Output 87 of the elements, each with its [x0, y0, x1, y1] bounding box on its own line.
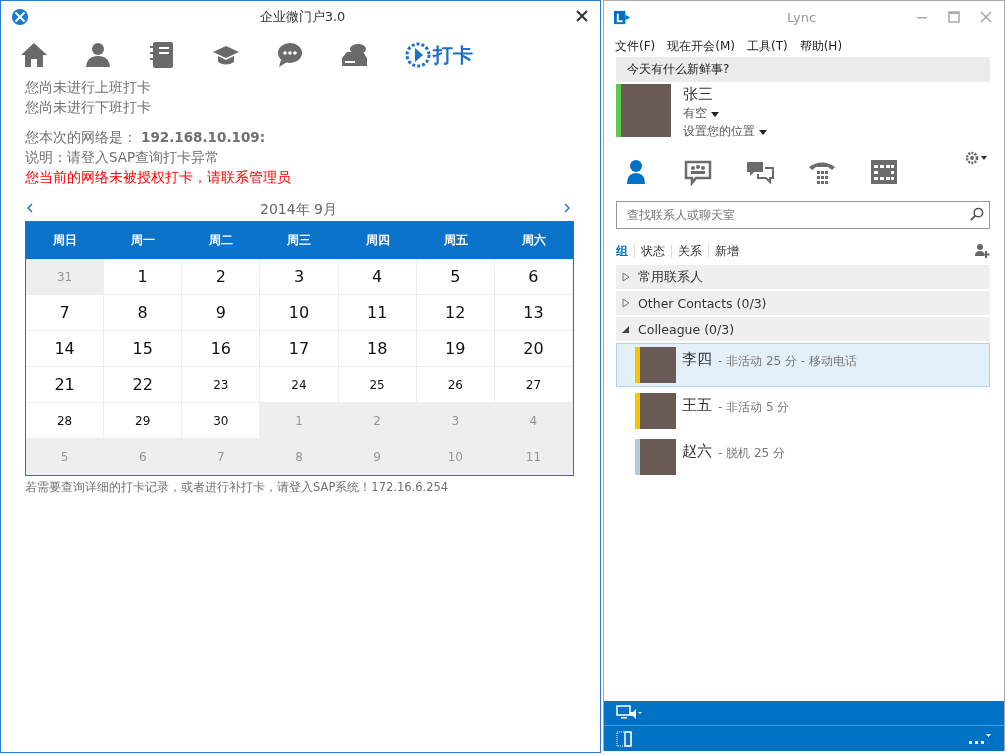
- day-cell[interactable]: 9: [182, 295, 261, 331]
- punch-status-text: 您尚未进行下班打卡: [25, 98, 152, 117]
- day-cell[interactable]: 8: [104, 295, 183, 331]
- weekday-header: 周三: [286, 232, 313, 249]
- previous-month-button[interactable]: [27, 201, 33, 215]
- day-cell[interactable]: 23: [182, 367, 261, 403]
- monitor-speaker-icon[interactable]: [616, 705, 642, 721]
- filter-tab[interactable]: 组: [616, 244, 634, 258]
- filter-tab[interactable]: 关系: [671, 244, 708, 258]
- search-field[interactable]: 查找联系人或聊天室: [616, 201, 990, 229]
- warning-text: 您当前的网络未被授权打卡，请联系管理员: [25, 168, 292, 187]
- day-cell[interactable]: 12: [416, 295, 495, 331]
- group-header[interactable]: Other Contacts (0/3): [616, 291, 990, 315]
- whats-new-field[interactable]: 今天有什么新鲜事?: [616, 57, 990, 82]
- filter-tab[interactable]: 新增: [708, 244, 745, 258]
- day-cell[interactable]: 3: [260, 259, 339, 295]
- photo-placeholder: [640, 393, 676, 429]
- day-cell[interactable]: 15: [104, 331, 183, 367]
- group-header[interactable]: 常用联系人: [616, 265, 990, 289]
- filter-tab[interactable]: 状态: [634, 244, 671, 258]
- contact-status: - 非活动 5 分: [718, 399, 790, 416]
- group-chat-tab[interactable]: [684, 158, 712, 186]
- add-contact-icon[interactable]: [974, 243, 990, 259]
- more-options-icon[interactable]: [968, 732, 992, 745]
- weekday-header: 周二: [208, 232, 235, 249]
- weekday-header: 周日: [52, 232, 79, 249]
- status-dropdown[interactable]: 有空: [683, 105, 767, 122]
- day-cell[interactable]: 17: [260, 331, 339, 367]
- month-title: 2014年 9月: [260, 201, 337, 219]
- day-cell[interactable]: 4: [338, 259, 417, 295]
- day-cell[interactable]: 6: [494, 259, 573, 295]
- day-cell[interactable]: 11: [338, 295, 417, 331]
- caret-icon: [758, 130, 767, 135]
- contact-row[interactable]: 赵六 - 脱机 25 分: [616, 435, 990, 479]
- photo-placeholder: [621, 84, 671, 137]
- network-ip: 192.168.10.109:: [141, 129, 266, 145]
- footer-note: 若需要查询详细的打卡记录，或者进行补打卡，请登入SAP系统！172.16.6.254: [25, 480, 450, 495]
- menu-item[interactable]: 现在开会(M): [667, 37, 735, 55]
- day-cell[interactable]: 2: [182, 259, 261, 295]
- group-name: Colleague (0/3): [638, 321, 735, 337]
- close-button[interactable]: [576, 10, 590, 24]
- group-name: 常用联系人: [638, 268, 703, 286]
- weekday-header: 周六: [520, 232, 547, 249]
- group-name: Other Contacts (0/3): [638, 295, 767, 311]
- contact-status: - 非活动 25 分 - 移动电话: [718, 353, 857, 370]
- day-cell[interactable]: 19: [416, 331, 495, 367]
- weekday-header: 周五: [442, 232, 469, 249]
- contact-name: 赵六: [682, 442, 712, 461]
- window-title: 企业微门户3.0: [258, 8, 347, 26]
- menu-item[interactable]: 工具(T): [747, 37, 788, 55]
- day-cell[interactable]: 21: [26, 367, 105, 403]
- note-text: 说明：请登入SAP查询打卡异常: [25, 148, 221, 167]
- contact-name: 李四: [682, 350, 712, 369]
- weekday-header: 周四: [364, 232, 391, 249]
- contact-row[interactable]: 李四 - 非活动 25 分 - 移动电话: [616, 343, 990, 387]
- menu-item[interactable]: 帮助(H): [799, 37, 843, 55]
- menu-item[interactable]: 文件(F): [615, 37, 656, 55]
- day-cell[interactable]: 13: [494, 295, 573, 331]
- day-cell[interactable]: 1: [104, 259, 183, 295]
- contact-row[interactable]: 王五 - 非活动 5 分: [616, 389, 990, 433]
- contact-name: 王五: [682, 396, 712, 415]
- calendar-tab[interactable]: [870, 158, 898, 186]
- search-icon[interactable]: [969, 207, 984, 222]
- panel-toggle-icon[interactable]: [616, 730, 632, 747]
- punch-tab[interactable]: 打卡: [403, 39, 473, 71]
- day-cell[interactable]: 22: [104, 367, 183, 403]
- punch-status-text: 您尚未进行上班打卡: [25, 78, 152, 97]
- photo-placeholder: [640, 439, 676, 475]
- weekday-header: 周一: [130, 232, 157, 249]
- location-dropdown[interactable]: 设置您的位置: [683, 123, 767, 140]
- day-cell[interactable]: 16: [182, 331, 261, 367]
- caret-icon: [710, 112, 719, 117]
- day-cell[interactable]: 7: [26, 295, 105, 331]
- day-cell[interactable]: 14: [26, 331, 105, 367]
- group-header[interactable]: Colleague (0/3): [616, 317, 990, 341]
- day-cell[interactable]: 5: [416, 259, 495, 295]
- day-cell[interactable]: 18: [338, 331, 417, 367]
- app-logo-icon: [11, 8, 29, 26]
- photo-placeholder: [640, 347, 676, 383]
- window-title: Lync: [785, 9, 818, 25]
- app-logo-icon: [614, 8, 631, 26]
- contact-status: - 脱机 25 分: [718, 445, 786, 462]
- day-cell[interactable]: 20: [494, 331, 573, 367]
- user-name: 张三: [683, 84, 714, 104]
- network-label: 您本次的网络是：: [25, 129, 137, 145]
- next-month-button[interactable]: [564, 201, 570, 215]
- day-cell[interactable]: 10: [260, 295, 339, 331]
